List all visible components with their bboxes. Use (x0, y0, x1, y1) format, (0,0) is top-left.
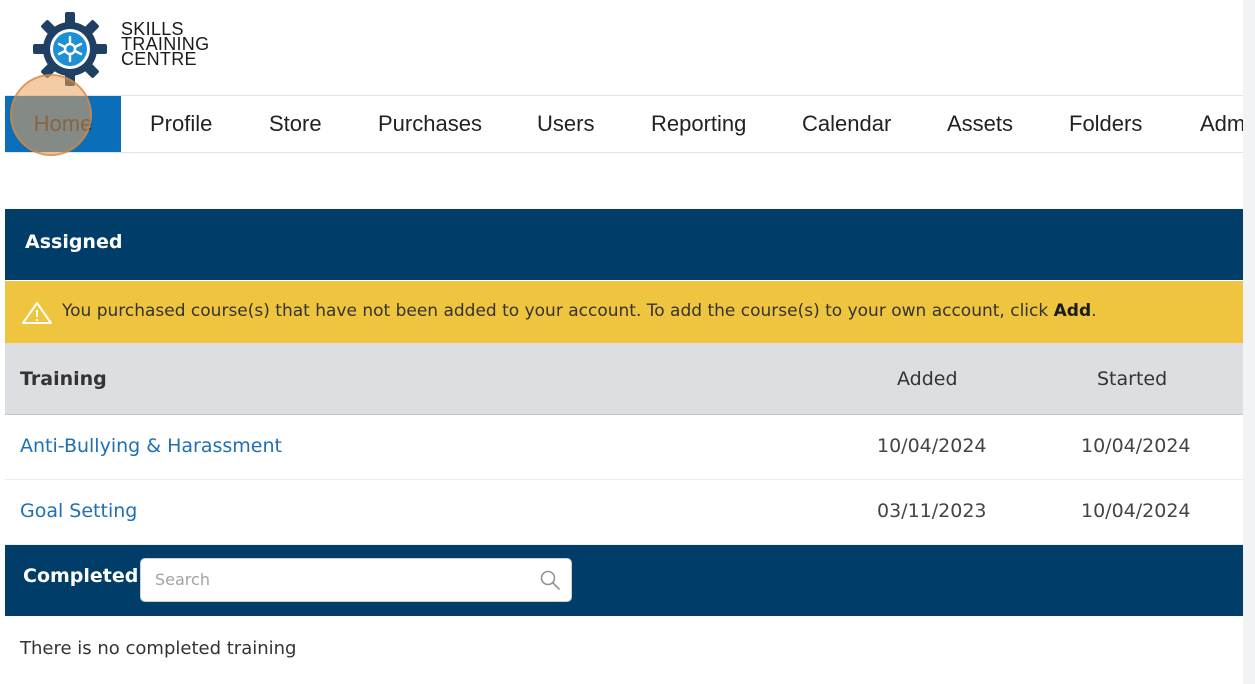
nav-purchases[interactable]: Purchases (378, 96, 482, 152)
training-link[interactable]: Anti-Bullying & Harassment (20, 435, 282, 457)
table-row: Goal Setting 03/11/2023 10/04/2024 (5, 480, 1243, 545)
table-row: Anti-Bullying & Harassment 10/04/2024 10… (5, 415, 1243, 480)
nav-home[interactable]: Home (5, 96, 121, 152)
scroll-gutter (1243, 0, 1255, 684)
alert-message: You purchased course(s) that have not be… (62, 301, 1097, 321)
training-link[interactable]: Goal Setting (20, 500, 137, 522)
completed-header: Completed Search (5, 545, 1243, 616)
alert-text: You purchased course(s) that have not be… (62, 301, 1054, 321)
assigned-title: Assigned (25, 231, 123, 253)
empty-completed-message: There is no completed training (20, 638, 297, 659)
column-training[interactable]: Training (20, 368, 107, 390)
search-placeholder: Search (155, 570, 210, 589)
gear-logo-icon (33, 12, 107, 86)
nav-store[interactable]: Store (269, 96, 322, 152)
started-date: 10/04/2024 (1081, 435, 1191, 457)
started-date: 10/04/2024 (1081, 500, 1191, 522)
column-added[interactable]: Added (897, 368, 958, 390)
nav-assets[interactable]: Assets (947, 96, 1013, 152)
training-table-header: Training Added Started (5, 343, 1243, 415)
logo[interactable]: SKILLS TRAINING CENTRE (31, 8, 231, 86)
main-nav: Home Profile Store Purchases Users Repor… (5, 95, 1243, 153)
assigned-header: Assigned (5, 209, 1243, 280)
nav-calendar[interactable]: Calendar (802, 96, 891, 152)
search-input[interactable]: Search (140, 558, 572, 602)
column-started[interactable]: Started (1097, 368, 1167, 390)
warning-icon (22, 302, 52, 324)
alert-period: . (1091, 301, 1097, 321)
search-icon[interactable] (539, 569, 561, 591)
logo-text: SKILLS TRAINING CENTRE (121, 20, 209, 69)
nav-profile[interactable]: Profile (150, 96, 212, 152)
nav-users[interactable]: Users (537, 96, 594, 152)
nav-reporting[interactable]: Reporting (651, 96, 746, 152)
logo-line-3: CENTRE (121, 49, 197, 69)
completed-title: Completed (23, 565, 139, 587)
nav-admin[interactable]: Adm (1200, 96, 1243, 152)
purchase-alert: You purchased course(s) that have not be… (5, 281, 1243, 343)
nav-folders[interactable]: Folders (1069, 96, 1142, 152)
page: SKILLS TRAINING CENTRE Home Profile Stor… (5, 0, 1243, 684)
added-date: 10/04/2024 (877, 435, 987, 457)
alert-add-link[interactable]: Add (1054, 301, 1092, 321)
added-date: 03/11/2023 (877, 500, 987, 522)
